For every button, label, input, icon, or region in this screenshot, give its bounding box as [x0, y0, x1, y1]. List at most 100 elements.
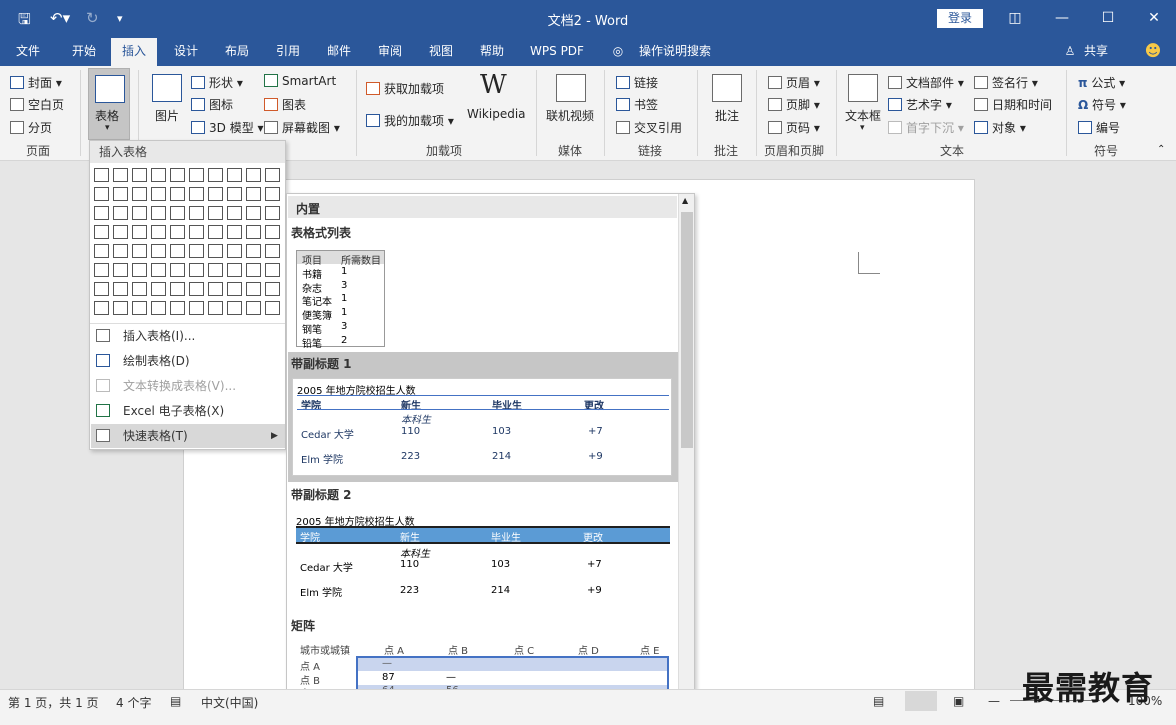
- proofing-icon[interactable]: ▤: [170, 694, 181, 708]
- table-grid-cell[interactable]: [113, 282, 128, 296]
- table-grid-cell[interactable]: [94, 187, 109, 201]
- table-button[interactable]: 表格 ▾: [88, 68, 130, 140]
- table-grid-cell[interactable]: [189, 187, 204, 201]
- table-grid-cell[interactable]: [265, 282, 280, 296]
- table-grid-cell[interactable]: [227, 263, 242, 277]
- table-grid-cell[interactable]: [151, 301, 166, 315]
- table-grid-cell[interactable]: [132, 225, 147, 239]
- tab-view[interactable]: 视图: [419, 38, 463, 66]
- table-grid-cell[interactable]: [265, 244, 280, 258]
- table-grid-cell[interactable]: [246, 206, 261, 220]
- web-layout-icon[interactable]: ▣: [953, 694, 964, 708]
- ribbon-display-icon[interactable]: ◫: [1000, 6, 1030, 30]
- table-grid-cell[interactable]: [151, 263, 166, 277]
- tell-me-search[interactable]: 操作说明搜索: [634, 38, 716, 66]
- table-grid-cell[interactable]: [208, 168, 223, 182]
- table-grid-cell[interactable]: [265, 187, 280, 201]
- table-grid-cell[interactable]: [132, 301, 147, 315]
- table-grid-cell[interactable]: [208, 301, 223, 315]
- login-button[interactable]: 登录: [937, 9, 983, 28]
- table-grid-cell[interactable]: [113, 168, 128, 182]
- table-grid-cell[interactable]: [94, 225, 109, 239]
- table-grid-cell[interactable]: [227, 206, 242, 220]
- tab-references[interactable]: 引用: [266, 38, 310, 66]
- subheading1-preview[interactable]: 2005 年地方院校招生人数 学院 新生 毕业生 更改 本科生 Cedar 大学…: [292, 378, 672, 476]
- table-grid-cell[interactable]: [227, 244, 242, 258]
- page-break-button[interactable]: 分页: [10, 119, 52, 136]
- table-grid-cell[interactable]: [170, 225, 185, 239]
- bookmark-button[interactable]: 书签: [616, 96, 658, 113]
- smartart-button[interactable]: SmartArt: [264, 74, 336, 88]
- table-grid-cell[interactable]: [94, 206, 109, 220]
- table-grid-cell[interactable]: [94, 282, 109, 296]
- table-grid-cell[interactable]: [151, 187, 166, 201]
- table-grid-cell[interactable]: [94, 168, 109, 182]
- subheading2-preview[interactable]: 2005 年地方院校招生人数 学院 新生 毕业生 更改 本科生 Cedar 大学…: [292, 510, 672, 600]
- table-grid-cell[interactable]: [151, 168, 166, 182]
- table-grid-cell[interactable]: [227, 168, 242, 182]
- cross-reference-button[interactable]: 交叉引用: [616, 119, 682, 136]
- table-grid-cell[interactable]: [94, 263, 109, 277]
- convert-text-to-table-item[interactable]: 文本转换成表格(V)...: [91, 374, 285, 398]
- minimize-icon[interactable]: —: [1047, 6, 1077, 30]
- chart-button[interactable]: 图表: [264, 96, 306, 113]
- link-button[interactable]: 链接: [616, 74, 658, 91]
- language[interactable]: 中文(中国): [201, 694, 258, 711]
- close-icon[interactable]: ✕: [1139, 6, 1169, 30]
- comment-icon[interactable]: [712, 74, 742, 102]
- table-grid-cell[interactable]: [170, 187, 185, 201]
- table-grid-cell[interactable]: [208, 206, 223, 220]
- table-grid-cell[interactable]: [132, 263, 147, 277]
- table-grid-cell[interactable]: [113, 187, 128, 201]
- my-addins-button[interactable]: 我的加载项 ▾: [366, 112, 454, 129]
- table-grid-cell[interactable]: [189, 168, 204, 182]
- table-grid-cell[interactable]: [151, 225, 166, 239]
- textbox-icon[interactable]: [848, 74, 878, 102]
- table-grid-cell[interactable]: [189, 225, 204, 239]
- excel-spreadsheet-item[interactable]: Excel 电子表格(X): [91, 399, 285, 423]
- 3d-model-button[interactable]: 3D 模型 ▾: [191, 119, 264, 136]
- table-grid-cell[interactable]: [189, 206, 204, 220]
- smiley-icon[interactable]: ☻: [1143, 38, 1163, 66]
- picture-button[interactable]: 图片: [155, 107, 179, 124]
- table-grid-cell[interactable]: [132, 282, 147, 296]
- table-grid-cell[interactable]: [189, 244, 204, 258]
- list-table-preview[interactable]: 项目 所需数目 书籍 1 杂志 3 笔记本 1 便笺簿 1 钢笔 3 铅笔 2: [296, 250, 385, 350]
- insert-table-item[interactable]: 插入表格(I)...: [91, 324, 285, 348]
- table-grid-cell[interactable]: [189, 301, 204, 315]
- table-grid-cell[interactable]: [246, 301, 261, 315]
- icons-button[interactable]: 图标: [191, 96, 233, 113]
- symbol-button[interactable]: Ω 符号 ▾: [1078, 96, 1126, 113]
- page-number-button[interactable]: 页码 ▾: [768, 119, 820, 136]
- scroll-thumb[interactable]: [681, 212, 693, 448]
- table-grid-cell[interactable]: [113, 263, 128, 277]
- comment-button[interactable]: 批注: [715, 107, 739, 124]
- table-grid-cell[interactable]: [208, 282, 223, 296]
- quick-parts-button[interactable]: 文档部件 ▾: [888, 74, 964, 91]
- table-grid-cell[interactable]: [227, 187, 242, 201]
- quick-tables-item[interactable]: 快速表格(T) ▶: [91, 424, 285, 448]
- table-grid-cell[interactable]: [113, 244, 128, 258]
- tab-design[interactable]: 设计: [164, 38, 208, 66]
- tab-insert[interactable]: 插入: [111, 38, 157, 66]
- table-grid-cell[interactable]: [227, 282, 242, 296]
- table-grid-cell[interactable]: [208, 263, 223, 277]
- table-grid-cell[interactable]: [265, 263, 280, 277]
- wikipedia-icon[interactable]: W: [480, 70, 507, 100]
- table-grid-cell[interactable]: [189, 282, 204, 296]
- gallery-scrollbar[interactable]: ▲: [678, 194, 694, 724]
- screenshot-button[interactable]: 屏幕截图 ▾: [264, 119, 340, 136]
- get-addins-button[interactable]: 获取加载项: [366, 80, 444, 97]
- word-count[interactable]: 4 个字: [116, 694, 151, 711]
- table-grid-cell[interactable]: [113, 206, 128, 220]
- tab-layout[interactable]: 布局: [215, 38, 259, 66]
- drop-cap-button[interactable]: 首字下沉 ▾: [888, 119, 964, 136]
- maximize-icon[interactable]: ☐: [1093, 6, 1123, 30]
- tab-wps-pdf[interactable]: WPS PDF: [522, 38, 592, 66]
- textbox-button[interactable]: 文本框: [845, 107, 881, 124]
- table-grid-cell[interactable]: [132, 187, 147, 201]
- table-grid-cell[interactable]: [189, 263, 204, 277]
- tab-home[interactable]: 开始: [62, 38, 106, 66]
- zoom-out-icon[interactable]: —: [988, 694, 1000, 708]
- print-layout-icon[interactable]: [905, 691, 937, 711]
